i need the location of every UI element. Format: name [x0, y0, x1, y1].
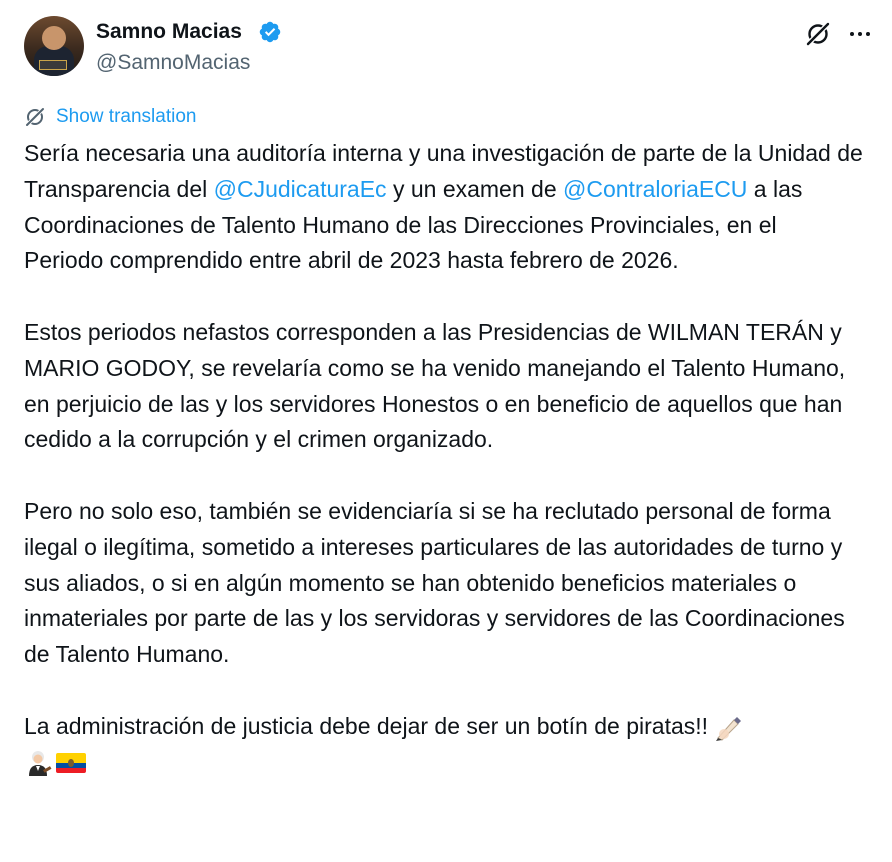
- ecuador-flag-emoji: [56, 753, 86, 774]
- tweet-paragraph-2: Estos periodos nefastos corresponden a l…: [24, 318, 846, 453]
- tweet-text: Sería necesaria una auditoría interna y …: [24, 136, 874, 780]
- tweet-paragraph-1: Sería necesaria una auditoría interna y …: [24, 136, 874, 279]
- tweet-text-segment: y un examen de: [386, 175, 564, 202]
- tweet-text-segment: Periodo comprendido entre abril de 2023 …: [24, 247, 679, 274]
- avatar[interactable]: [24, 16, 84, 76]
- avatar-face: [42, 26, 66, 50]
- author-name[interactable]: Samno Macias: [96, 18, 242, 46]
- tweet-text-segment: La administración de justicia debe dejar…: [24, 712, 709, 739]
- show-translation-link[interactable]: Show translation: [24, 104, 196, 130]
- mention-cjudicaturaec[interactable]: @CJudicaturaEc: [214, 176, 387, 202]
- author-handle[interactable]: @SamnoMacias: [96, 49, 250, 77]
- avatar-plaque: [39, 60, 67, 70]
- tweet-paragraph-4: La administración de justicia debe dejar…: [24, 709, 874, 781]
- judge-emoji: [29, 751, 52, 777]
- tweet-paragraph-3: Pero no solo eso, también se evidenciarí…: [24, 497, 845, 668]
- verified-badge-icon: [259, 21, 281, 43]
- grok-icon[interactable]: [804, 20, 832, 48]
- writing-hand-emoji: [716, 716, 742, 741]
- translate-icon: [25, 107, 45, 127]
- more-icon[interactable]: [846, 20, 874, 48]
- mention-contraloriaecu[interactable]: @ContraloriaECU: [563, 176, 747, 202]
- tweet-header: Samno Macias @SamnoMacias: [0, 0, 892, 100]
- show-translation-label: Show translation: [56, 106, 197, 127]
